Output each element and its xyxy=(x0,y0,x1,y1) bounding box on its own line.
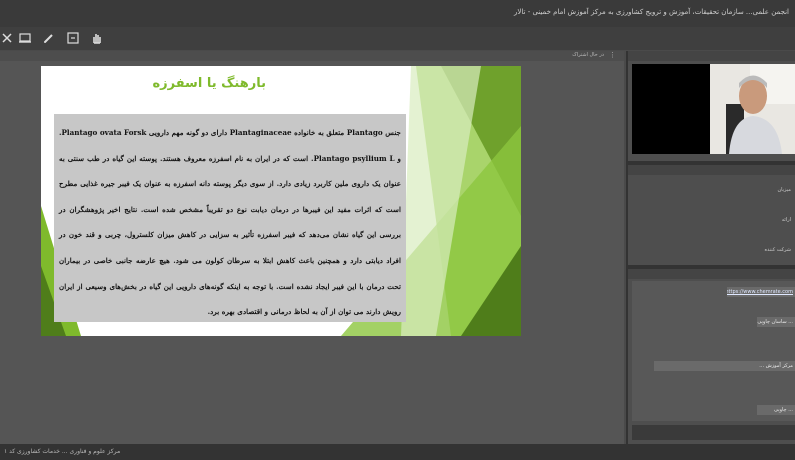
whiteboard-icon[interactable] xyxy=(66,31,80,45)
slide-textbox: جنس Plantago متعلق به خانواده Plantagina… xyxy=(54,114,406,322)
attendees-panel-header xyxy=(628,165,795,175)
screen-share-icon[interactable] xyxy=(18,31,32,45)
chat-link[interactable]: https://www.chemrate.com/... xyxy=(727,287,795,297)
status-bar: مرکز علوم و فناوری ... خدمات کشاورزی کد … xyxy=(0,444,795,460)
attendee-item[interactable]: میزبان xyxy=(777,187,791,193)
pencil-icon[interactable] xyxy=(42,31,56,45)
chat-messages: https://www.chemrate.com/... ... ساسان چ… xyxy=(632,281,795,421)
attendee-item[interactable]: شرکت کننده xyxy=(765,247,791,253)
attendees-panel: میزبان ارائه شرکت کننده xyxy=(628,165,795,265)
presenter-video xyxy=(632,64,795,154)
chat-panel-header xyxy=(628,269,795,279)
camera-panel-header xyxy=(628,51,795,61)
status-text: مرکز علوم و فناوری ... خدمات کشاورزی کد … xyxy=(4,448,121,455)
chat-message: مرکز آموزش ... xyxy=(654,361,795,371)
share-pod-label: در حال اشتراک xyxy=(572,52,604,58)
chat-input[interactable] xyxy=(632,425,795,440)
chat-message: ... چاوپی xyxy=(757,405,795,415)
presentation-slide: بارهنگ یا اسفرزه جنس Plantago متعلق به خ… xyxy=(41,66,521,336)
hand-icon[interactable] xyxy=(90,31,104,45)
pod-menu-icon[interactable]: ⋮ xyxy=(609,51,616,59)
attendee-item[interactable]: ارائه xyxy=(782,217,791,223)
webcam-video xyxy=(632,64,795,154)
share-pod-header: در حال اشتراک ⋮ xyxy=(0,51,624,61)
slide-body-text: جنس Plantago متعلق به خانواده Plantagina… xyxy=(59,128,401,317)
main-toolbar xyxy=(0,27,795,50)
title-bar: انجمن علمی... سازمان تحقیقات، آموزش و تر… xyxy=(0,0,795,28)
chat-message: ... ساسان چاوپی xyxy=(757,317,795,327)
window-title: انجمن علمی... سازمان تحقیقات، آموزش و تر… xyxy=(514,8,789,16)
chat-panel: https://www.chemrate.com/... ... ساسان چ… xyxy=(628,269,795,444)
close-icon[interactable] xyxy=(0,31,14,45)
right-column: میزبان ارائه شرکت کننده https://www.chem… xyxy=(626,51,795,444)
slide-heading: بارهنگ یا اسفرزه xyxy=(152,76,266,91)
camera-panel xyxy=(628,51,795,161)
